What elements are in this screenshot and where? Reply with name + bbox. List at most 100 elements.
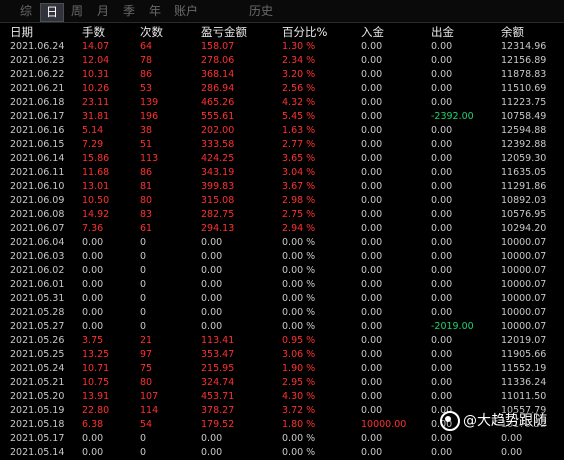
table-row[interactable]: 2021.05.31 0.00 0 0.00 0.00 % 0.00 0.00 10000.0…	[0, 292, 564, 306]
col-date-header[interactable]: 日期	[10, 24, 33, 40]
cell-hands: 0.00	[82, 279, 104, 290]
cell-out: 0.00	[431, 335, 453, 346]
table-row[interactable]: 2021.06.03 0.00 0 0.00 0.00 % 0.00 0.00 10000.0…	[0, 250, 564, 264]
cell-hands: 13.91	[82, 391, 110, 402]
weibo-camera-icon	[440, 411, 460, 431]
cell-date: 2021.06.08	[10, 209, 65, 220]
table-row[interactable]: 2021.06.18 23.11 139 465.26 4.32 % 0.00 0.00 11…	[0, 96, 564, 110]
cell-pnl: 343.19	[201, 167, 235, 178]
col-times-header[interactable]: 次数	[140, 24, 163, 40]
cell-pct: 4.30 %	[282, 391, 316, 402]
period-tabbar: 综 日 周 月 季 年 账户 历史	[0, 0, 564, 23]
cell-pct: 0.00 %	[282, 293, 316, 304]
cell-hands: 0.00	[82, 265, 104, 276]
table-row[interactable]: 2021.05.26 3.75 21 113.41 0.95 % 0.00 0.00 1201…	[0, 334, 564, 348]
cell-date: 2021.06.04	[10, 237, 65, 248]
col-out-header[interactable]: 出金	[431, 24, 454, 40]
cell-pct: 2.95 %	[282, 377, 316, 388]
tab-weekly[interactable]: 周	[66, 3, 88, 20]
table-row[interactable]: 2021.06.04 0.00 0 0.00 0.00 % 0.00 0.00 10000.0…	[0, 236, 564, 250]
table-row[interactable]: 2021.06.11 11.68 86 343.19 3.04 % 0.00 0.00 116…	[0, 166, 564, 180]
col-balance-header[interactable]: 余额	[501, 24, 524, 40]
tab-yearly[interactable]: 年	[144, 3, 166, 20]
table-row[interactable]: 2021.05.21 10.75 80 324.74 2.95 % 0.00 0.00 113…	[0, 376, 564, 390]
cell-hands: 13.01	[82, 181, 110, 192]
table-row[interactable]: 2021.05.25 13.25 97 353.47 3.06 % 0.00 0.00 119…	[0, 348, 564, 362]
cell-times: 196	[140, 111, 159, 122]
cell-balance: 11011.50	[501, 391, 547, 402]
cell-date: 2021.05.17	[10, 433, 65, 444]
table-row[interactable]: 2021.06.24 14.07 64 158.07 1.30 % 0.00 0.00 123…	[0, 40, 564, 54]
cell-out: 0.00	[431, 279, 453, 290]
cell-balance: 12314.96	[501, 41, 547, 52]
cell-hands: 22.80	[82, 405, 110, 416]
cell-in: 0.00	[361, 433, 383, 444]
table-header: 日期 手数 次数 盈亏金额 百分比% 入金 出金 余额	[0, 24, 564, 40]
cell-pct: 1.63 %	[282, 125, 316, 136]
cell-pct: 0.00 %	[282, 321, 316, 332]
table-row[interactable]: 2021.06.14 15.86 113 424.25 3.65 % 0.00 0.00 12…	[0, 152, 564, 166]
cell-balance: 10000.07	[501, 265, 547, 276]
table-row[interactable]: 2021.05.24 10.71 75 215.95 1.90 % 0.00 0.00 115…	[0, 362, 564, 376]
table-row[interactable]: 2021.05.27 0.00 0 0.00 0.00 % 0.00 -2019.00 100…	[0, 320, 564, 334]
cell-pnl: 315.08	[201, 195, 235, 206]
cell-balance: 10000.07	[501, 237, 547, 248]
cell-out: 0.00	[431, 447, 453, 458]
cell-balance: 12019.07	[501, 335, 547, 346]
table-row[interactable]: 2021.06.22 10.31 86 368.14 3.20 % 0.00 0.00 118…	[0, 68, 564, 82]
cell-date: 2021.06.18	[10, 97, 65, 108]
cell-date: 2021.06.11	[10, 167, 65, 178]
tab-history[interactable]: 历史	[246, 3, 276, 20]
cell-pct: 2.98 %	[282, 195, 316, 206]
cell-out: 0.00	[431, 349, 453, 360]
col-pnl-header[interactable]: 盈亏金额	[201, 24, 247, 40]
tab-quarterly[interactable]: 季	[118, 3, 140, 20]
cell-in: 0.00	[361, 447, 383, 458]
cell-out: -2019.00	[431, 321, 474, 332]
table-row[interactable]: 2021.06.07 7.36 61 294.13 2.94 % 0.00 0.00 1029…	[0, 222, 564, 236]
col-pct-header[interactable]: 百分比%	[282, 24, 327, 40]
tab-daily[interactable]: 日	[40, 3, 64, 22]
table-row[interactable]: 2021.06.08 14.92 83 282.75 2.75 % 0.00 0.00 105…	[0, 208, 564, 222]
cell-pnl: 353.47	[201, 349, 235, 360]
cell-pnl: 113.41	[201, 335, 235, 346]
cell-pnl: 0.00	[201, 447, 223, 458]
cell-times: 139	[140, 97, 159, 108]
cell-date: 2021.06.22	[10, 69, 65, 80]
cell-in: 0.00	[361, 363, 383, 374]
tab-summary[interactable]: 综	[14, 3, 38, 20]
cell-pct: 0.95 %	[282, 335, 316, 346]
cell-hands: 10.50	[82, 195, 110, 206]
tab-monthly[interactable]: 月	[92, 3, 114, 20]
table-row[interactable]: 2021.06.10 13.01 81 399.83 3.67 % 0.00 0.00 112…	[0, 180, 564, 194]
cell-times: 86	[140, 167, 153, 178]
cell-hands: 10.31	[82, 69, 110, 80]
cell-in: 0.00	[361, 321, 383, 332]
table-row[interactable]: 2021.05.28 0.00 0 0.00 0.00 % 0.00 0.00 10000.0…	[0, 306, 564, 320]
cell-times: 0	[140, 237, 147, 248]
table-row[interactable]: 2021.06.15 7.29 51 333.58 2.77 % 0.00 0.00 1239…	[0, 138, 564, 152]
table-row[interactable]: 2021.06.23 12.04 78 278.06 2.34 % 0.00 0.00 121…	[0, 54, 564, 68]
cell-out: 0.00	[431, 293, 453, 304]
cell-pnl: 286.94	[201, 83, 235, 94]
cell-pct: 0.00 %	[282, 447, 316, 458]
cell-in: 10000.00	[361, 419, 407, 430]
cell-out: 0.00	[431, 125, 453, 136]
col-hands-header[interactable]: 手数	[82, 24, 105, 40]
cell-balance: 11510.69	[501, 83, 547, 94]
table-row[interactable]: 2021.06.17 31.81 196 555.61 5.45 % 0.00 -2392.…	[0, 110, 564, 124]
table-row[interactable]: 2021.05.20 13.91 107 453.71 4.30 % 0.00 0.00 11…	[0, 390, 564, 404]
table-row[interactable]: 2021.06.16 5.14 38 202.00 1.63 % 0.00 0.00 1259…	[0, 124, 564, 138]
tab-account[interactable]: 账户	[170, 3, 202, 20]
table-row[interactable]: 2021.05.14 0.00 0 0.00 0.00 % 0.00 0.00 0.00	[0, 446, 564, 460]
cell-times: 51	[140, 139, 153, 150]
table-row[interactable]: 2021.06.21 10.26 53 286.94 2.56 % 0.00 0.00 115…	[0, 82, 564, 96]
table-row[interactable]: 2021.06.01 0.00 0 0.00 0.00 % 0.00 0.00 10000.0…	[0, 278, 564, 292]
table-row[interactable]: 2021.06.09 10.50 80 315.08 2.98 % 0.00 0.00 108…	[0, 194, 564, 208]
cell-balance: 11223.75	[501, 97, 547, 108]
col-in-header[interactable]: 入金	[361, 24, 384, 40]
cell-out: 0.00	[431, 307, 453, 318]
table-row[interactable]: 2021.06.02 0.00 0 0.00 0.00 % 0.00 0.00 10000.0…	[0, 264, 564, 278]
table-row[interactable]: 2021.05.17 0.00 0 0.00 0.00 % 0.00 0.00 0.00	[0, 432, 564, 446]
cell-balance: 10576.95	[501, 209, 547, 220]
